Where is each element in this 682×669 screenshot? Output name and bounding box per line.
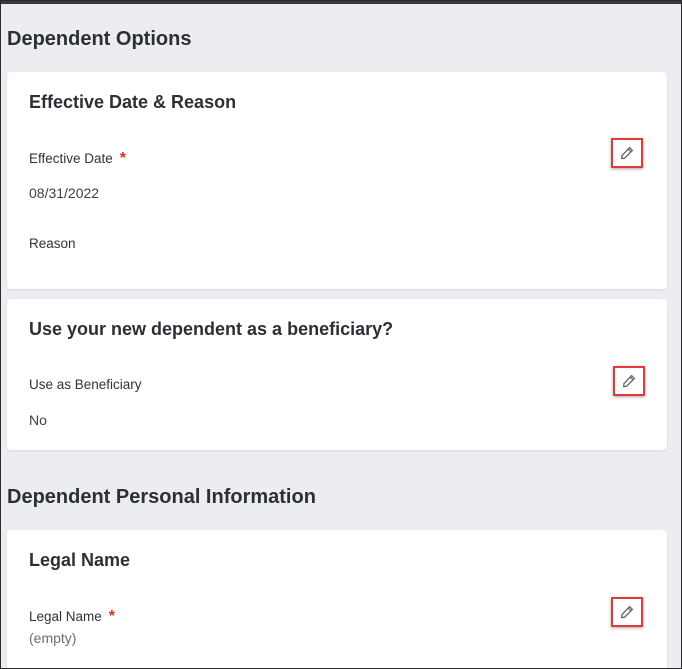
use-as-beneficiary-value: No: [29, 412, 47, 428]
legal-name-value: (empty): [29, 630, 77, 646]
effective-date-label-text: Effective Date: [29, 151, 113, 166]
edit-effective-date-button[interactable]: [611, 138, 643, 168]
effective-date-reason-card: Effective Date & Reason Effective Date * …: [7, 72, 667, 289]
pencil-icon: [620, 146, 634, 160]
page-frame: Dependent Options Effective Date & Reaso…: [0, 0, 682, 669]
edit-legal-name-button[interactable]: [611, 597, 643, 627]
pencil-icon: [622, 374, 636, 388]
pencil-icon: [620, 605, 634, 619]
beneficiary-card: Use your new dependent as a beneficiary?…: [7, 299, 667, 450]
card-title-legal-name: Legal Name: [29, 550, 131, 570]
section-title-dependent-options: Dependent Options: [7, 28, 192, 50]
effective-date-label: Effective Date *: [29, 150, 126, 168]
required-asterisk: *: [119, 150, 127, 167]
legal-name-card: Legal Name Legal Name * (empty): [7, 530, 667, 668]
section-title-personal-information: Dependent Personal Information: [7, 486, 316, 508]
legal-name-label: Legal Name *: [29, 608, 115, 626]
reason-label: Reason: [29, 236, 76, 251]
card-title-beneficiary: Use your new dependent as a beneficiary?: [29, 319, 394, 339]
top-border: [1, 1, 681, 4]
required-asterisk: *: [108, 608, 116, 625]
card-title-effective-date-reason: Effective Date & Reason: [29, 92, 237, 112]
edit-beneficiary-button[interactable]: [613, 366, 645, 396]
legal-name-label-text: Legal Name: [29, 609, 102, 624]
effective-date-value: 08/31/2022: [29, 185, 100, 201]
use-as-beneficiary-label: Use as Beneficiary: [29, 377, 142, 392]
